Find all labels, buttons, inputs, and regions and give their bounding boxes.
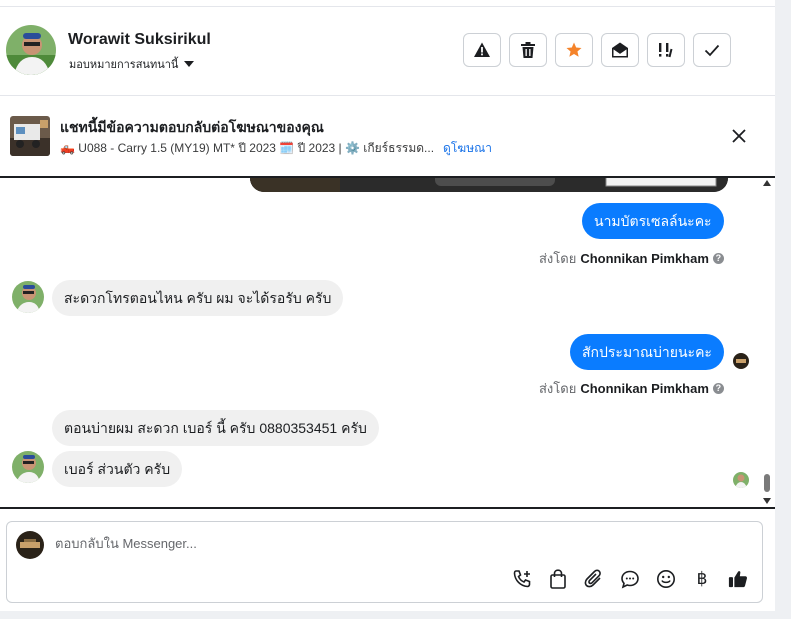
contact-avatar[interactable] xyxy=(6,25,56,75)
chat-scrollbar[interactable] xyxy=(761,178,773,507)
warning-icon xyxy=(474,42,490,57)
baht-icon[interactable]: ฿ xyxy=(692,568,712,590)
sent-by-prefix: ส่งโดย xyxy=(539,381,577,396)
right-gutter xyxy=(775,0,791,619)
delete-button[interactable] xyxy=(509,33,547,67)
mark-unread-button[interactable] xyxy=(601,33,639,67)
outgoing-message[interactable]: สักประมาณบ่ายนะคะ xyxy=(570,334,724,370)
chevron-down-icon xyxy=(184,61,195,67)
assign-label: มอบหมายการสนทนานี้ xyxy=(69,59,179,71)
read-receipt-avatar xyxy=(733,472,749,488)
incoming-message[interactable]: เบอร์ ส่วนตัว ครับ xyxy=(52,451,183,487)
close-icon[interactable] xyxy=(729,126,749,146)
bottom-gutter xyxy=(0,611,775,619)
priority-button[interactable] xyxy=(647,33,685,67)
chat-bubble-icon[interactable] xyxy=(620,568,640,590)
scroll-down-arrow-icon[interactable] xyxy=(763,498,771,504)
priority-icon xyxy=(659,43,673,58)
call-add-icon[interactable] xyxy=(512,568,532,590)
ad-banner-subtitle: 🛻 U088 - Carry 1.5 (MY19) MT* ปี 2023 🗓️… xyxy=(60,139,492,158)
check-icon xyxy=(704,44,720,57)
reply-composer: ฿ xyxy=(6,521,763,603)
reply-input[interactable] xyxy=(55,536,655,551)
thumbs-up-icon[interactable] xyxy=(728,568,748,590)
help-icon[interactable]: ? xyxy=(712,253,724,264)
ad-banner-title: แชทนี้มีข้อความตอบกลับต่อโฆษณาของคุณ xyxy=(60,119,324,135)
page-avatar xyxy=(16,531,44,559)
ad-description: 🛻 U088 - Carry 1.5 (MY19) MT* ปี 2023 🗓️… xyxy=(60,141,435,155)
sent-by-name: Chonnikan Pimkham xyxy=(580,251,709,266)
outgoing-message[interactable]: นามบัตรเซลล์นะคะ xyxy=(582,203,724,239)
star-icon xyxy=(566,42,582,57)
report-spam-button[interactable] xyxy=(463,33,501,67)
sent-by-prefix: ส่งโดย xyxy=(539,251,577,266)
ad-reply-banner: แชทนี้มีข้อความตอบกลับต่อโฆษณาของคุณ 🛻 U… xyxy=(0,96,775,175)
trash-icon xyxy=(521,42,535,58)
conversation-actions xyxy=(463,33,731,67)
incoming-message[interactable]: ตอนบ่ายผม สะดวก เบอร์ นี้ ครับ 088035345… xyxy=(52,410,379,446)
emoji-icon[interactable] xyxy=(656,568,676,590)
envelope-open-icon xyxy=(612,42,628,58)
help-icon[interactable]: ? xyxy=(712,383,724,394)
sent-by-label: ส่งโดย Chonnikan Pimkham ? xyxy=(539,248,724,269)
incoming-message[interactable]: สะดวกโทรตอนไหน ครับ ผม จะได้รอรับ ครับ xyxy=(52,280,344,316)
previous-image-attachment[interactable] xyxy=(250,178,728,192)
view-ad-link[interactable]: ดูโฆษณา xyxy=(443,139,492,158)
contact-name[interactable]: Worawit Suksirikul xyxy=(68,31,211,49)
shopping-bag-icon[interactable] xyxy=(548,568,568,590)
ad-thumbnail[interactable] xyxy=(10,116,50,156)
sent-by-label: ส่งโดย Chonnikan Pimkham ? xyxy=(539,378,724,399)
seen-avatar xyxy=(733,353,749,369)
star-button[interactable] xyxy=(555,33,593,67)
message-thread[interactable]: นามบัตรเซลล์นะคะ ส่งโดย Chonnikan Pimkha… xyxy=(0,176,775,509)
contact-avatar-small[interactable] xyxy=(12,281,44,313)
scroll-up-arrow-icon[interactable] xyxy=(763,180,771,186)
mark-done-button[interactable] xyxy=(693,33,731,67)
conversation-header: Worawit Suksirikul มอบหมายการสนทนานี้ xyxy=(0,7,775,96)
contact-avatar-small[interactable] xyxy=(12,451,44,483)
assign-conversation-dropdown[interactable]: มอบหมายการสนทนานี้ xyxy=(69,55,195,73)
sent-by-name: Chonnikan Pimkham xyxy=(580,381,709,396)
composer-toolbar: ฿ xyxy=(512,568,748,590)
scrollbar-thumb[interactable] xyxy=(764,474,770,492)
paperclip-icon[interactable] xyxy=(584,568,604,590)
